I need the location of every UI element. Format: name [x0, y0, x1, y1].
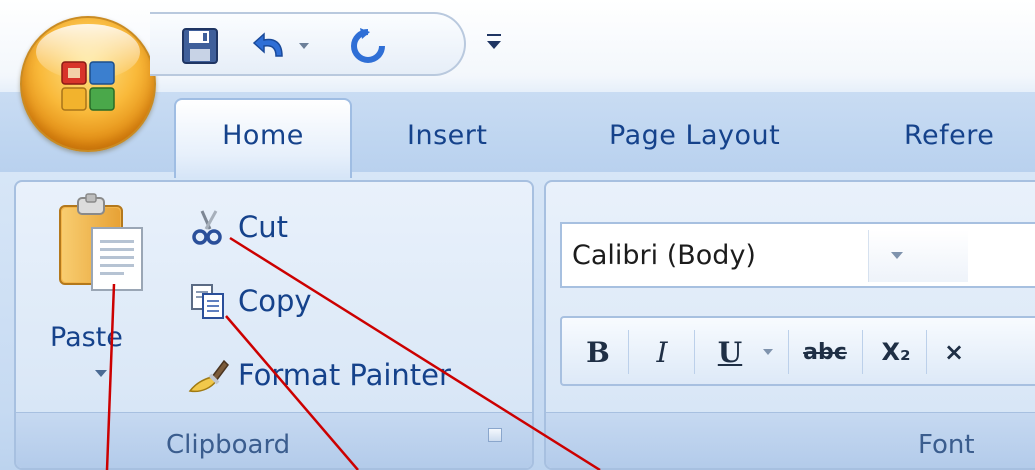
dropdown-arrow-icon	[299, 43, 309, 49]
separator	[926, 330, 927, 374]
tab-strip	[0, 92, 1035, 178]
office-button[interactable]	[20, 16, 156, 152]
redo-icon	[351, 28, 385, 63]
dialog-launcher-icon[interactable]	[488, 428, 502, 442]
separator	[694, 330, 695, 374]
italic-button[interactable]: I	[642, 326, 682, 378]
format-painter-button[interactable]: Format Painter	[186, 352, 451, 398]
strikethrough-button[interactable]: abc	[796, 326, 854, 378]
paste-button-label[interactable]: Paste	[50, 322, 123, 353]
font-group-label: Font	[918, 430, 975, 460]
superscript-button[interactable]: ×	[934, 326, 974, 378]
undo-icon	[252, 32, 283, 57]
clipboard-icon[interactable]	[52, 192, 156, 296]
paintbrush-icon	[186, 353, 230, 397]
format-painter-label: Format Painter	[238, 358, 451, 392]
font-name-dropdown-button[interactable]	[868, 230, 968, 282]
undo-button[interactable]	[250, 24, 294, 68]
save-icon	[182, 28, 218, 64]
separator	[628, 330, 629, 374]
copy-label: Copy	[238, 284, 312, 318]
separator	[788, 330, 789, 374]
bold-button[interactable]: B	[576, 326, 620, 378]
font-name-value: Calibri (Body)	[572, 240, 756, 271]
underline-button[interactable]: U	[708, 326, 752, 378]
separator	[862, 330, 863, 374]
formatting-toolbar: B I U abc X₂ ×	[560, 316, 1035, 386]
redo-button[interactable]	[346, 24, 390, 68]
office-logo-icon	[61, 61, 115, 111]
tab-references[interactable]: Refere	[904, 100, 994, 172]
copy-icon	[186, 279, 230, 323]
word-2007-ribbon: Home Insert Page Layout Refere Clipboard…	[0, 0, 1035, 470]
underline-dropdown[interactable]	[758, 326, 778, 378]
paste-dropdown-arrow[interactable]	[95, 370, 107, 377]
cut-label: Cut	[238, 210, 288, 244]
dropdown-arrow-icon	[763, 349, 773, 355]
cut-button[interactable]: Cut	[186, 204, 288, 250]
copy-button[interactable]: Copy	[186, 278, 312, 324]
tab-insert[interactable]: Insert	[407, 100, 487, 172]
font-name-combobox[interactable]: Calibri (Body)	[560, 222, 1035, 288]
scissors-icon	[186, 205, 230, 249]
save-button[interactable]	[178, 24, 222, 68]
tab-home[interactable]: Home	[174, 98, 352, 178]
undo-dropdown[interactable]	[294, 24, 314, 68]
chevron-down-icon	[891, 252, 903, 259]
customize-qat-icon[interactable]	[484, 30, 504, 52]
subscript-button[interactable]: X₂	[872, 326, 920, 378]
clipboard-group-label: Clipboard	[166, 430, 291, 460]
quick-access-toolbar	[150, 12, 466, 76]
tab-page-layout[interactable]: Page Layout	[609, 100, 780, 172]
